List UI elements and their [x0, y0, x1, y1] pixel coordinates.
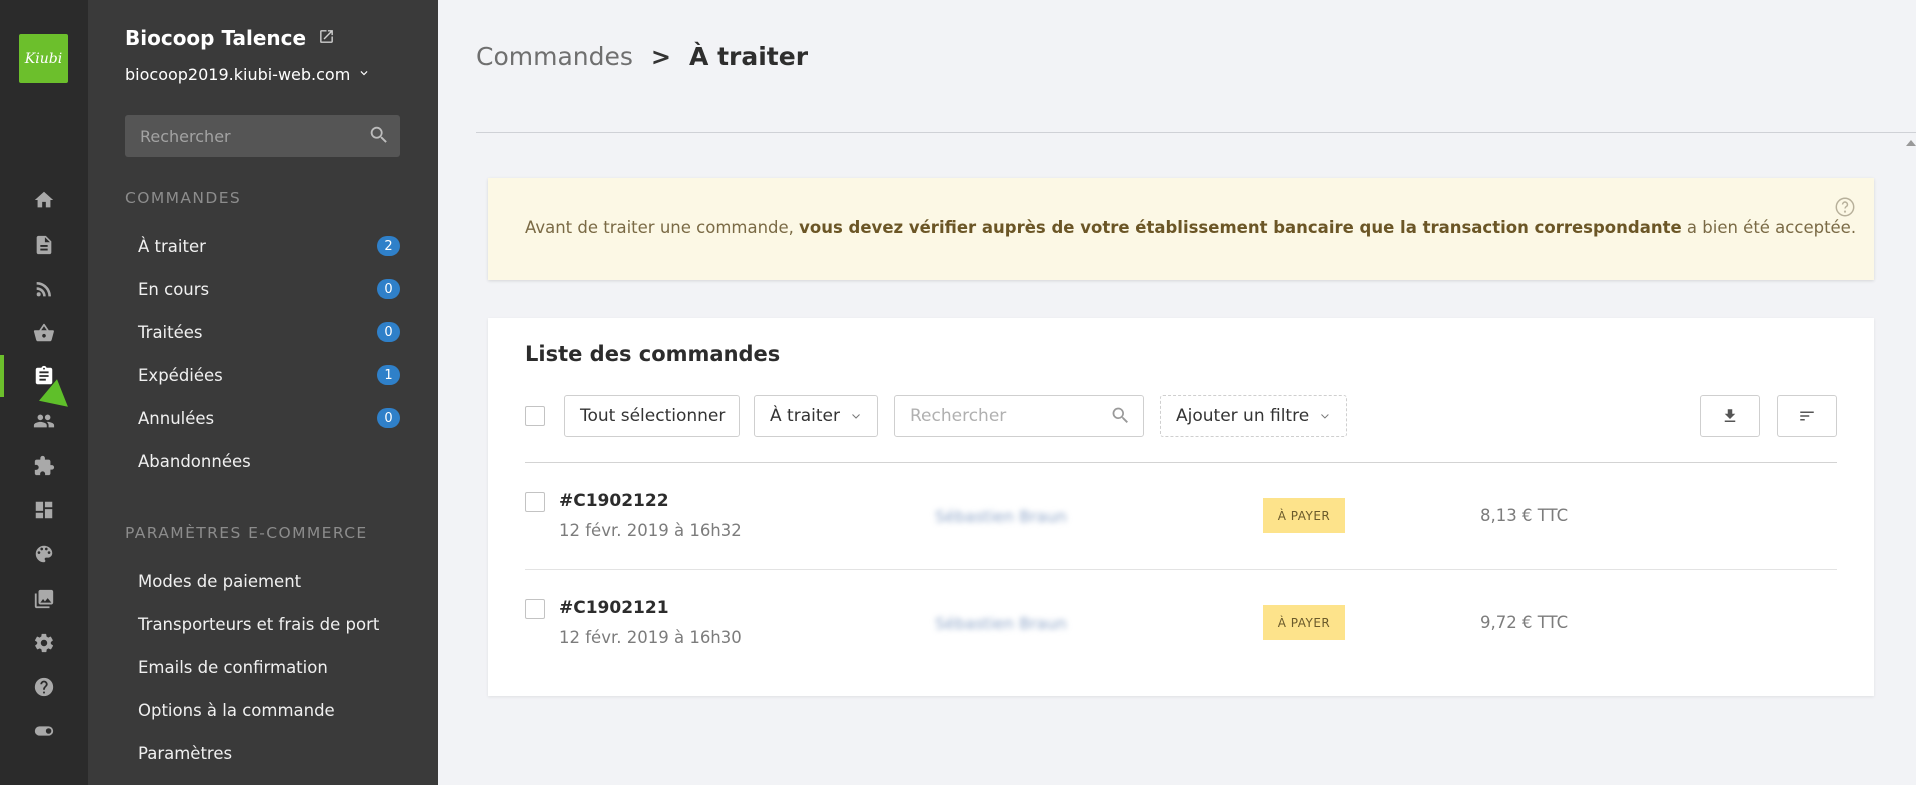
orders-search-input[interactable] [894, 395, 1144, 437]
sidebar-item-label: Emails de confirmation [138, 657, 328, 677]
sort-icon [1800, 411, 1814, 421]
home-icon[interactable] [0, 180, 88, 220]
breadcrumb: Commandes > À traiter [476, 42, 808, 71]
search-icon[interactable] [368, 124, 390, 146]
order-row[interactable]: #C1902121 12 févr. 2019 à 16h30 Sébastie… [525, 570, 1837, 676]
count-badge: 0 [377, 408, 400, 428]
logo-text: Kiubi [24, 50, 63, 67]
sidebar-item-options-commande[interactable]: Options à la commande [138, 695, 400, 725]
sidebar-item-transporteurs[interactable]: Transporteurs et frais de port [138, 609, 400, 639]
sidebar-item-emails-confirmation[interactable]: Emails de confirmation [138, 652, 400, 682]
alert-text-start: Avant de traiter une commande, [525, 218, 800, 237]
order-date: 12 févr. 2019 à 16h32 [559, 521, 742, 540]
count-badge: 1 [377, 365, 400, 385]
gear-icon[interactable] [0, 623, 88, 663]
sidebar-item-en-cours[interactable]: En cours 0 [138, 274, 400, 304]
download-icon [1724, 409, 1736, 422]
order-total: 9,72 € TTC [1480, 613, 1569, 632]
external-link-icon[interactable] [318, 26, 335, 50]
sidebar-item-label: Options à la commande [138, 700, 335, 720]
order-id-link[interactable]: #C1902121 [559, 598, 669, 618]
search-icon[interactable] [1110, 405, 1131, 426]
order-row-checkbox[interactable] [525, 599, 545, 619]
sidebar-item-label: Annulées [138, 408, 215, 428]
kiubi-logo[interactable]: Kiubi [19, 34, 68, 83]
site-domain-text: biocoop2019.kiubi-web.com [125, 65, 351, 84]
sidebar-item-label: Traitées [138, 322, 203, 342]
sidebar-search-input[interactable] [125, 115, 400, 157]
site-title-text: Biocoop Talence [125, 26, 307, 50]
status-badge: À PAYER [1263, 498, 1345, 533]
status-filter-value: À traiter [770, 406, 840, 426]
section-heading-orders: COMMANDES [125, 189, 242, 207]
sidebar-item-label: Modes de paiement [138, 571, 302, 591]
document-icon[interactable] [0, 225, 88, 265]
header-divider [476, 132, 1916, 133]
count-badge: 0 [377, 322, 400, 342]
sidebar-item-label: Transporteurs et frais de port [138, 614, 380, 634]
status-badge: À PAYER [1263, 605, 1345, 640]
site-title[interactable]: Biocoop Talence [125, 26, 335, 50]
layout-icon[interactable] [0, 490, 88, 530]
scroll-up-arrow-icon[interactable] [1906, 140, 1916, 146]
count-badge: 2 [377, 236, 400, 256]
help-circle-icon[interactable] [1834, 196, 1856, 218]
orders-list-title: Liste des commandes [525, 342, 781, 366]
download-button[interactable] [1700, 395, 1760, 437]
select-all-button[interactable]: Tout sélectionner [564, 395, 740, 437]
sidebar-item-traitees[interactable]: Traitées 0 [138, 317, 400, 347]
basket-icon[interactable] [0, 313, 88, 353]
alert-text: Avant de traiter une commande, vous deve… [525, 218, 1856, 237]
puzzle-icon[interactable] [0, 446, 88, 486]
rss-icon[interactable] [0, 269, 88, 309]
select-all-checkbox[interactable] [525, 406, 545, 426]
page-title: À traiter [689, 42, 809, 71]
sidebar-item-label: À traiter [138, 236, 206, 256]
chevron-down-icon [357, 65, 371, 84]
sidebar-item-modes-paiement[interactable]: Modes de paiement [138, 566, 400, 596]
sidebar-item-parametres[interactable]: Paramètres [138, 738, 400, 768]
order-total: 8,13 € TTC [1480, 506, 1569, 525]
orders-list-panel: Liste des commandes Tout sélectionner À … [488, 318, 1874, 696]
sidebar-item-label: En cours [138, 279, 210, 299]
add-filter-dropdown[interactable]: Ajouter un filtre [1160, 395, 1347, 437]
site-domain-selector[interactable]: biocoop2019.kiubi-web.com [125, 65, 371, 84]
order-id-link[interactable]: #C1902122 [559, 491, 669, 511]
sidebar-item-label: Abandonnées [138, 451, 251, 471]
select-all-label: Tout sélectionner [580, 406, 726, 426]
toggle-icon[interactable] [0, 711, 88, 751]
add-filter-label: Ajouter un filtre [1176, 406, 1310, 426]
order-customer-name[interactable]: Sébastien Braun [935, 614, 1067, 633]
chevron-down-icon [1321, 414, 1329, 419]
alert-text-end: a bien été acceptée. [1681, 218, 1857, 237]
sidebar-item-expediees[interactable]: Expédiées 1 [138, 360, 400, 390]
order-row-checkbox[interactable] [525, 492, 545, 512]
sidebar-item-abandonnees[interactable]: Abandonnées [138, 446, 400, 476]
sidebar-item-a-traiter[interactable]: À traiter 2 [138, 231, 400, 261]
status-filter-dropdown[interactable]: À traiter [754, 395, 878, 437]
breadcrumb-parent-link[interactable]: Commandes [476, 42, 633, 71]
sidebar-item-annulees[interactable]: Annulées 0 [138, 403, 400, 433]
order-customer-name[interactable]: Sébastien Braun [935, 507, 1067, 526]
images-icon[interactable] [0, 579, 88, 619]
users-icon[interactable] [0, 401, 88, 441]
breadcrumb-separator: > [650, 42, 672, 71]
main-content: Commandes > À traiter Avant de traiter u… [438, 0, 1916, 785]
sort-button[interactable] [1777, 395, 1837, 437]
sidebar: Biocoop Talence biocoop2019.kiubi-web.co… [88, 0, 438, 785]
bank-verification-alert: Avant de traiter une commande, vous deve… [488, 178, 1874, 280]
help-icon[interactable] [0, 667, 88, 707]
section-heading-ecommerce-settings: PARAMÈTRES E-COMMERCE [125, 524, 368, 542]
palette-icon[interactable] [0, 534, 88, 574]
sidebar-item-label: Expédiées [138, 365, 223, 385]
icon-rail: Kiubi [0, 0, 88, 785]
clipboard-icon[interactable] [0, 356, 88, 396]
count-badge: 0 [377, 279, 400, 299]
alert-text-bold: vous devez vérifier auprès de votre étab… [799, 218, 1682, 237]
order-row[interactable]: #C1902122 12 févr. 2019 à 16h32 Sébastie… [525, 463, 1837, 569]
order-date: 12 févr. 2019 à 16h30 [559, 628, 742, 647]
sidebar-item-label: Paramètres [138, 743, 233, 763]
chevron-down-icon [852, 414, 860, 419]
